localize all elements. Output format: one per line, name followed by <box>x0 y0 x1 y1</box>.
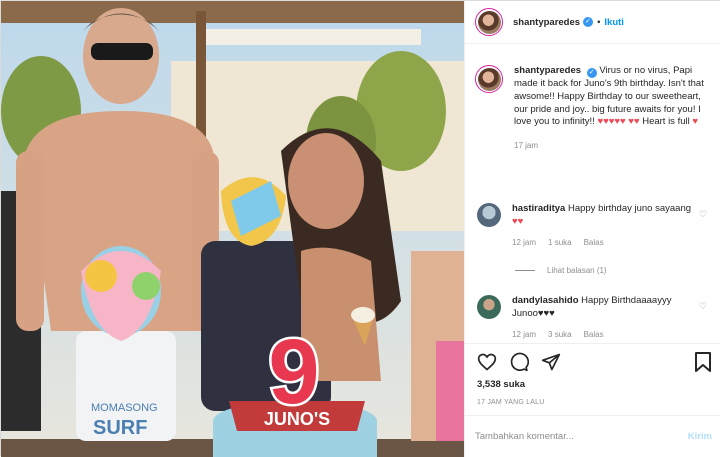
caption-verified-icon: ✓ <box>586 68 597 78</box>
heart-emoji-icon: ♥♥ <box>512 215 524 227</box>
comment-bubble-icon[interactable] <box>509 352 529 372</box>
post-comment-button[interactable]: Kirim <box>688 431 712 442</box>
comment-item: hastiraditya Happy birthday juno sayaang… <box>477 203 715 249</box>
caption-avatar[interactable] <box>475 65 503 93</box>
reply-button[interactable]: Balas <box>584 329 604 342</box>
heart-emoji-icon: ♥♥♥♥♥ ♥♥ <box>597 116 640 128</box>
comment-likes[interactable]: 3 suka <box>548 329 572 342</box>
comment-item: dandylasahido Happy Birthdaaaayyy Junoo♥… <box>477 295 715 341</box>
shirt-text-2: SURF <box>93 417 147 439</box>
comment-time: 12 jam <box>512 237 537 247</box>
like-heart-icon[interactable] <box>477 352 497 372</box>
save-bookmark-icon[interactable] <box>694 352 712 372</box>
caption-username[interactable]: shantyparedes <box>514 65 581 76</box>
commenter-username[interactable]: hastiraditya <box>512 203 565 214</box>
post-actions: 3,538 suka 17 JAM YANG LALU <box>465 343 720 415</box>
likes-count[interactable]: 3,538 suka <box>477 379 525 390</box>
post-header: shantyparedes ✓ • Ikuti <box>465 1 720 44</box>
caption-end-text: Heart is full <box>642 116 690 128</box>
caption-time: 17 jam <box>514 141 539 151</box>
heart-emoji-icon: ♥ <box>692 116 698 128</box>
view-replies-label[interactable]: Lihat balasan (1) <box>547 266 607 275</box>
comment-likes[interactable]: 1 suka <box>548 237 572 250</box>
like-comment-heart-icon[interactable]: ♡ <box>699 209 707 220</box>
cake-number: 9 <box>268 321 319 423</box>
commenter-avatar[interactable] <box>477 203 501 227</box>
author-username[interactable]: shantyparedes <box>513 17 580 28</box>
instagram-post-frame: MOMASONG SURF JUNO'S 9 shantyparedes ✓ •… <box>0 0 720 457</box>
add-comment-bar: Kirim <box>465 415 720 457</box>
like-comment-heart-icon[interactable]: ♡ <box>699 301 707 312</box>
author-avatar[interactable] <box>475 8 503 36</box>
shirt-text-1: MOMASONG <box>91 402 158 414</box>
verified-badge-icon: ✓ <box>583 17 594 27</box>
view-replies[interactable]: Lihat balasan (1) <box>515 266 607 275</box>
comment-time: 12 jam <box>512 329 537 339</box>
post-age[interactable]: 17 JAM YANG LALU <box>477 399 545 406</box>
share-paper-plane-icon[interactable] <box>541 352 561 372</box>
post-caption: shantyparedes ✓ Virus or no virus, Papi … <box>475 65 715 153</box>
reply-button[interactable]: Balas <box>584 237 604 250</box>
commenter-username[interactable]: dandylasahido <box>512 295 579 306</box>
replies-line <box>515 270 535 271</box>
comment-text: Happy birthday juno sayaang <box>567 203 692 214</box>
commenter-avatar[interactable] <box>477 295 501 319</box>
photo-illustration: MOMASONG SURF JUNO'S 9 <box>1 1 464 457</box>
separator-dot: • <box>597 16 601 28</box>
comment-input[interactable] <box>475 431 688 442</box>
follow-button[interactable]: Ikuti <box>604 17 624 28</box>
post-side-panel: shantyparedes ✓ • Ikuti shantyparedes ✓ … <box>464 1 720 457</box>
post-photo[interactable]: MOMASONG SURF JUNO'S 9 <box>1 1 464 457</box>
